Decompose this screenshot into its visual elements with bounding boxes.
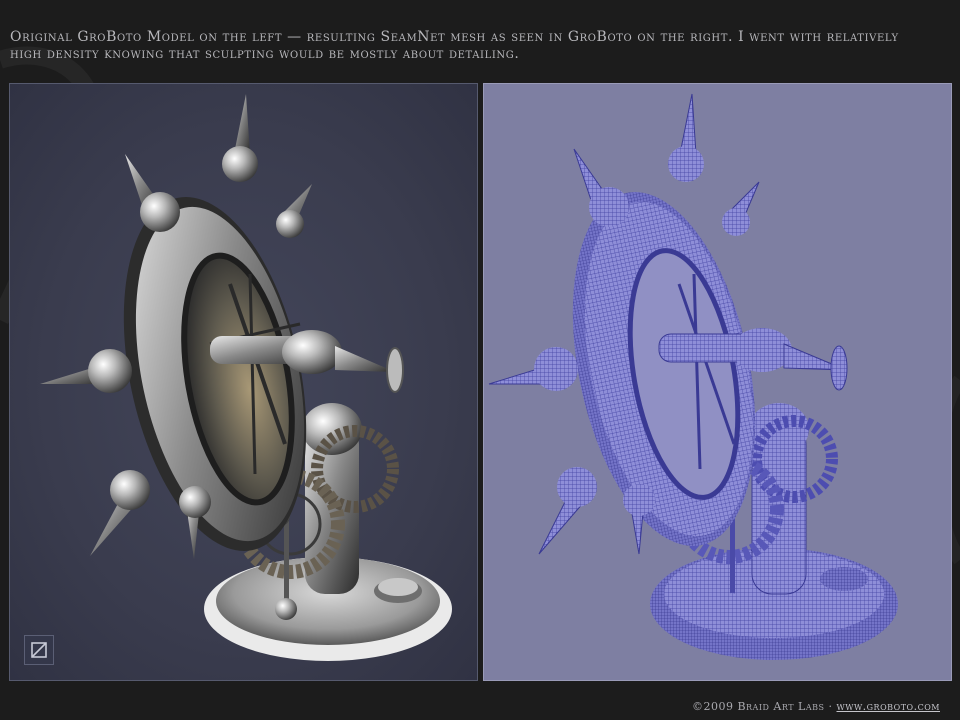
groboto-website-link[interactable]: www.groboto.com <box>837 700 941 713</box>
original-model-render <box>40 94 452 661</box>
caption-text: Original GroBoto Model on the left — res… <box>10 29 899 62</box>
copyright-footer: ©2009 Braid Art Labs · www.groboto.com <box>692 700 940 713</box>
seamnet-mesh-panel <box>483 83 952 681</box>
groboto-logo-icon <box>24 635 54 665</box>
original-model-panel <box>9 83 478 681</box>
copyright-text: ©2009 Braid Art Labs · <box>691 700 837 713</box>
seamnet-mesh-render <box>488 93 898 660</box>
